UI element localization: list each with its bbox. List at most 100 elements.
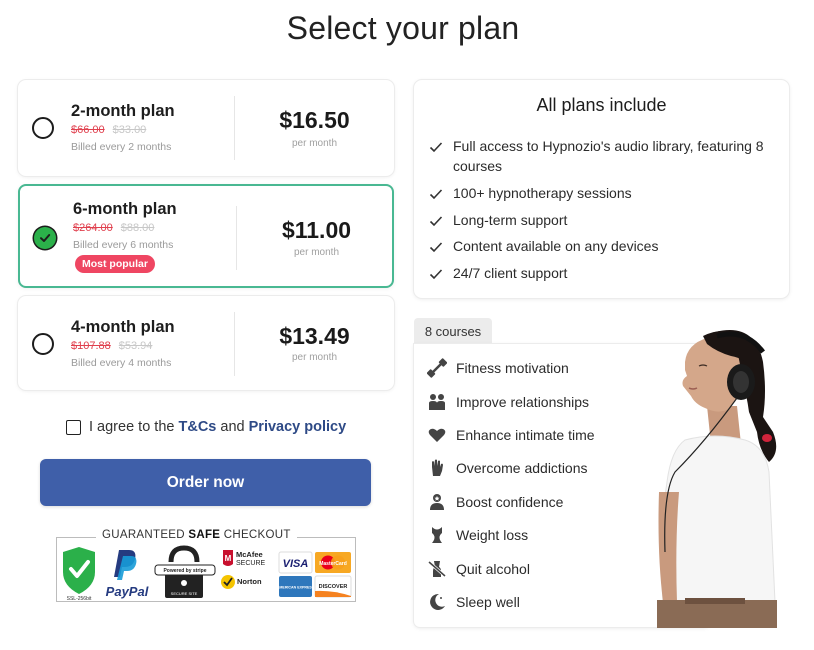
course-label: Quit alcohol: [456, 561, 530, 577]
privacy-policy-link[interactable]: Privacy policy: [249, 419, 347, 435]
plan-name: 6-month plan: [73, 200, 177, 218]
plan-name: 2-month plan: [71, 102, 175, 120]
person-star-icon: [427, 492, 447, 512]
secure-checkout-badges: SSL-256bit PayPal Powered by stripe SECU…: [56, 537, 356, 602]
secure-bold: SAFE: [188, 529, 221, 541]
plan-card-2-month[interactable]: 2-month plan $66.00 $33.00 Billed every 2…: [18, 80, 394, 176]
secure-checkout-label: GUARANTEED SAFE CHECKOUT: [96, 529, 297, 541]
course-item: Sleep well: [427, 592, 520, 612]
include-item: 24/7 client support: [453, 265, 568, 281]
crossed-price: $88.00: [120, 222, 155, 234]
checkmark-icon: [429, 242, 443, 253]
course-label: Fitness motivation: [456, 360, 569, 376]
scale-body-icon: [427, 525, 447, 545]
plan-card-6-month[interactable]: 6-month plan $264.00 $88.00 Billed every …: [18, 184, 394, 288]
plan-name: 4-month plan: [71, 318, 175, 336]
per-month-label: per month: [291, 352, 338, 363]
terms-checkbox[interactable]: [66, 419, 81, 435]
order-now-button[interactable]: Order now: [40, 459, 371, 506]
plans-include-card: All plans include Full access to Hypnozi…: [414, 80, 789, 298]
visa-card-icon: VISA: [278, 551, 313, 574]
mcafee-logo-icon: M McAfee SECURE: [223, 550, 266, 567]
amex-card-icon: AMERICAN EXPRESS: [277, 576, 315, 597]
old-prices: $66.00 $33.00: [71, 124, 146, 136]
discover-label: DISCOVER: [319, 584, 348, 590]
old-prices: $264.00 $88.00: [73, 222, 154, 234]
moon-icon: [427, 592, 447, 612]
course-item: Weight loss: [427, 525, 528, 545]
course-label: Weight loss: [456, 527, 529, 543]
terms-agreement: I agree to the T&Cs and Privacy policy: [66, 419, 346, 435]
check-icon: [40, 234, 51, 242]
plan-radio-checked[interactable]: [34, 227, 56, 249]
checkmark-icon: [429, 269, 443, 280]
paypal-logo-icon: PayPal: [106, 550, 149, 599]
crossed-price: $33.00: [112, 124, 147, 136]
mastercard-label: MasterCard: [319, 561, 347, 567]
checkmark-icon: [429, 142, 443, 153]
course-item: Fitness motivation: [427, 358, 569, 378]
ssl-label: SSL-256bit: [67, 596, 92, 602]
billing-info: Billed every 2 months: [71, 141, 172, 153]
course-item: Quit alcohol: [427, 559, 530, 579]
plan-price: $11.00: [281, 217, 352, 243]
no-alcohol-icon: [427, 559, 447, 579]
billing-info: Billed every 6 months: [73, 239, 174, 251]
stripe-lock-icon: Powered by stripe SECURE SITE: [154, 545, 216, 598]
include-item: Content available on any devices: [453, 238, 659, 254]
course-label: Overcome addictions: [456, 460, 588, 476]
course-item: Enhance intimate time: [427, 425, 595, 445]
plan-radio[interactable]: [32, 117, 54, 139]
norton-label: Norton: [237, 577, 262, 586]
include-item: 100+ hypnotherapy sessions: [453, 185, 632, 201]
svg-text:M: M: [225, 554, 232, 563]
checkmark-icon: [429, 189, 443, 200]
course-item: Overcome addictions: [427, 458, 588, 478]
course-label: Boost confidence: [456, 494, 564, 510]
hand-stop-icon: [427, 458, 447, 478]
per-month-label: per month: [293, 247, 340, 258]
course-label: Sleep well: [456, 594, 520, 610]
crossed-price: $53.94: [118, 340, 153, 352]
course-label: Enhance intimate time: [456, 427, 595, 443]
discover-card-icon: DISCOVER: [314, 575, 352, 598]
plan-radio[interactable]: [32, 333, 54, 355]
stripe-label: Powered by stripe: [163, 568, 206, 574]
per-month-label: per month: [291, 138, 338, 149]
amex-label: AMERICAN EXPRESS: [277, 586, 315, 590]
secure-prefix: GUARANTEED: [102, 529, 185, 541]
old-price: $66.00: [71, 124, 105, 136]
norton-logo-icon: Norton: [221, 575, 262, 589]
include-item: Long-term support: [453, 212, 568, 228]
plan-price: $13.49: [279, 323, 350, 349]
people-icon: [427, 392, 447, 412]
page-title: Select your plan: [286, 10, 520, 46]
woman-headphones-image: [657, 330, 777, 628]
visa-label: VISA: [283, 558, 309, 570]
include-item: Full access to Hypnozio's audio library,…: [453, 138, 764, 174]
secure-site-label: SECURE SITE: [171, 591, 198, 596]
ssl-shield-icon: SSL-256bit: [63, 547, 95, 602]
course-item: Boost confidence: [427, 492, 563, 512]
old-price: $107.88: [71, 340, 111, 352]
dumbbell-icon: [427, 358, 447, 378]
billing-info: Billed every 4 months: [71, 357, 172, 369]
tcs-link[interactable]: T&Cs: [178, 419, 216, 435]
course-item: Improve relationships: [427, 392, 589, 412]
old-price: $264.00: [73, 222, 113, 234]
courses-tab: 8 courses: [414, 318, 492, 344]
course-label: Improve relationships: [456, 394, 590, 410]
plan-price: $16.50: [279, 107, 350, 133]
mastercard-card-icon: MasterCard: [315, 552, 351, 573]
most-popular-badge: Most popular: [75, 255, 155, 273]
and-text: and: [220, 419, 245, 435]
agree-text: I agree to the: [89, 419, 175, 435]
includes-title: All plans include: [536, 95, 667, 115]
paypal-label: PayPal: [106, 584, 149, 599]
hearts-icon: [427, 425, 447, 445]
secure-suffix: CHECKOUT: [223, 529, 291, 541]
plan-card-4-month[interactable]: 4-month plan $107.88 $53.94 Billed every …: [18, 296, 394, 390]
mcafee-sub-label: SECURE: [236, 560, 266, 567]
checkmark-icon: [429, 216, 443, 227]
mcafee-label: McAfee: [236, 550, 263, 559]
